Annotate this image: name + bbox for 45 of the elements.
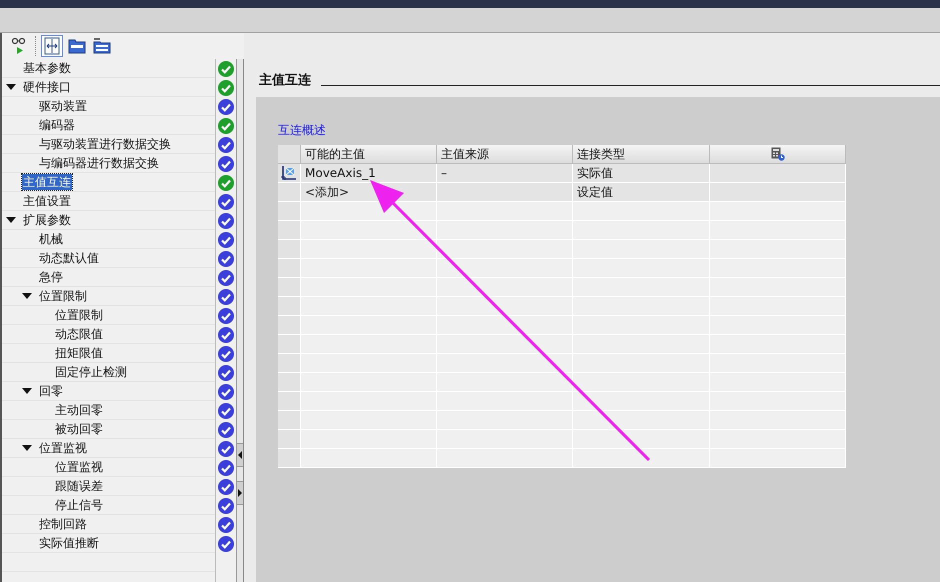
tree-item[interactable]: 与编码器进行数据交换 [38,155,160,171]
calculator-clock-icon[interactable] [770,147,784,161]
tree-item[interactable]: 控制回路 [38,516,88,532]
tree-item[interactable]: 位置限制 [38,288,88,304]
caret-icon[interactable] [22,293,32,299]
table-cell: – [437,164,573,182]
tree-item[interactable]: 被动回零 [54,421,104,437]
section-title: 主值互连 [259,72,311,89]
tree-item[interactable]: 编码器 [38,117,76,133]
expand-arrow-icon[interactable] [238,489,242,497]
column-header: 主值来源 [437,145,573,163]
table-cell[interactable]: MoveAxis_1 [301,164,437,182]
tree-item[interactable]: 位置监视 [54,459,104,475]
tree-item[interactable]: 与驱动装置进行数据交换 [38,136,172,152]
tree-item[interactable]: 主动回零 [54,402,104,418]
tree-item[interactable]: 固定停止检测 [54,364,128,380]
tree-item[interactable]: 动态限值 [54,326,104,342]
caret-icon[interactable] [22,445,32,451]
tree-item[interactable]: 扭矩限值 [54,345,104,361]
tree-item[interactable]: 位置限制 [54,307,104,323]
table-cell: 实际值 [573,164,710,182]
tree-item[interactable]: 动态默认值 [38,250,100,266]
caret-icon[interactable] [6,217,16,223]
table-cell: 设定值 [573,183,710,201]
column-header: 可能的主值 [301,145,437,163]
tree-item[interactable]: 停止信号 [54,497,104,513]
column-header: 连接类型 [573,145,710,163]
collapse-arrow-icon[interactable] [238,451,242,459]
tree-item[interactable]: 急停 [38,269,64,285]
tree-item[interactable]: 机械 [38,231,64,247]
fit-width-icon[interactable] [41,35,63,57]
tree-item[interactable]: 回零 [38,383,64,399]
tree-item[interactable]: 跟随误差 [54,478,104,494]
tree-item[interactable]: 主值互连 [22,174,72,190]
tree-item[interactable]: 硬件接口 [22,79,72,95]
axis-icon [281,165,297,181]
overview-link[interactable]: 互连概述 [278,122,326,139]
caret-icon[interactable] [22,388,32,394]
tree-item[interactable]: 主值设置 [22,193,72,209]
tree-item[interactable]: 基本参数 [22,60,72,76]
tree-item[interactable]: 位置监视 [38,440,88,456]
caret-icon[interactable] [6,84,16,90]
tree-item[interactable]: 扩展参数 [22,212,72,228]
tree-item[interactable]: 驱动装置 [38,98,88,114]
tree-item[interactable]: 实际值推断 [38,535,100,551]
